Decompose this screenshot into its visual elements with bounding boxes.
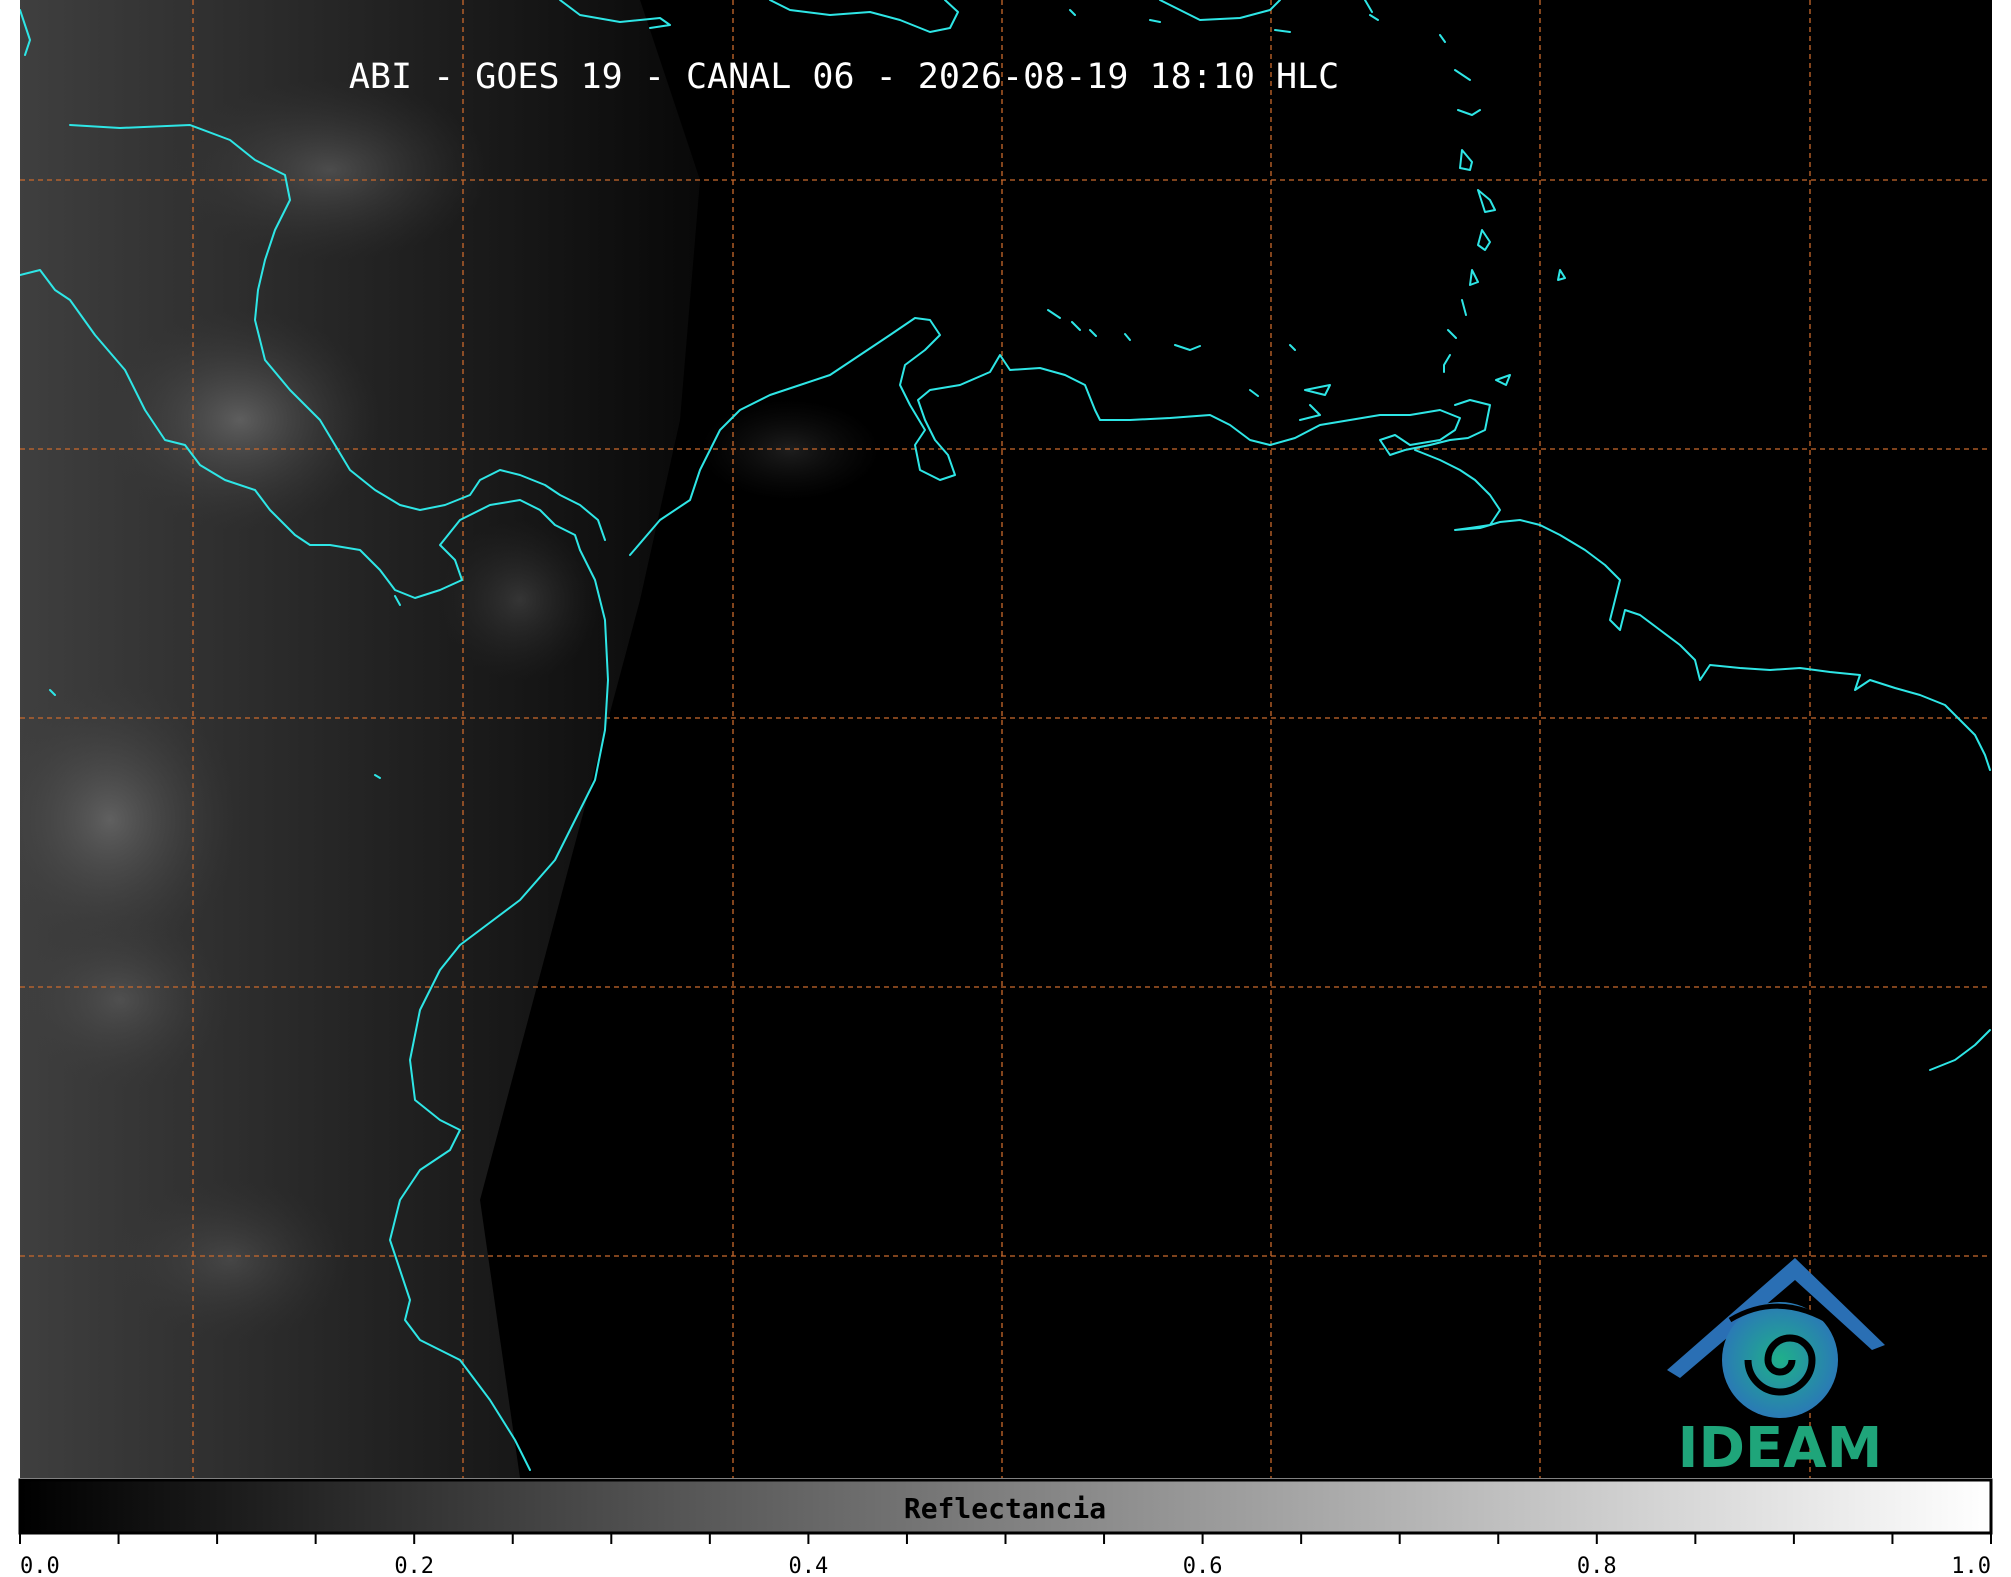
colorbar-tick-label: 0.0 bbox=[20, 1554, 60, 1577]
colorbar-tick-label: 0.2 bbox=[394, 1554, 434, 1577]
satellite-map: ABI - GOES 19 - CANAL 06 - 2026-08-19 18… bbox=[18, 0, 1993, 1577]
ideam-logo-text: IDEAM bbox=[1678, 1416, 1883, 1481]
colorbar-tick-label: 0.6 bbox=[1183, 1554, 1223, 1577]
colorbar: Reflectancia 0.0 0.2 0.4 0.6 0.8 1.0 bbox=[18, 1478, 1993, 1577]
colorbar-label: Reflectancia bbox=[904, 1492, 1106, 1525]
map-title: ABI - GOES 19 - CANAL 06 - 2026-08-19 18… bbox=[349, 57, 1339, 97]
colorbar-tick-label: 0.8 bbox=[1577, 1554, 1617, 1577]
colorbar-ticks: 0.0 0.2 0.4 0.6 0.8 1.0 bbox=[19, 1534, 1992, 1577]
colorbar-tick-label: 1.0 bbox=[1951, 1554, 1991, 1577]
colorbar-tick-label: 0.4 bbox=[789, 1554, 829, 1577]
